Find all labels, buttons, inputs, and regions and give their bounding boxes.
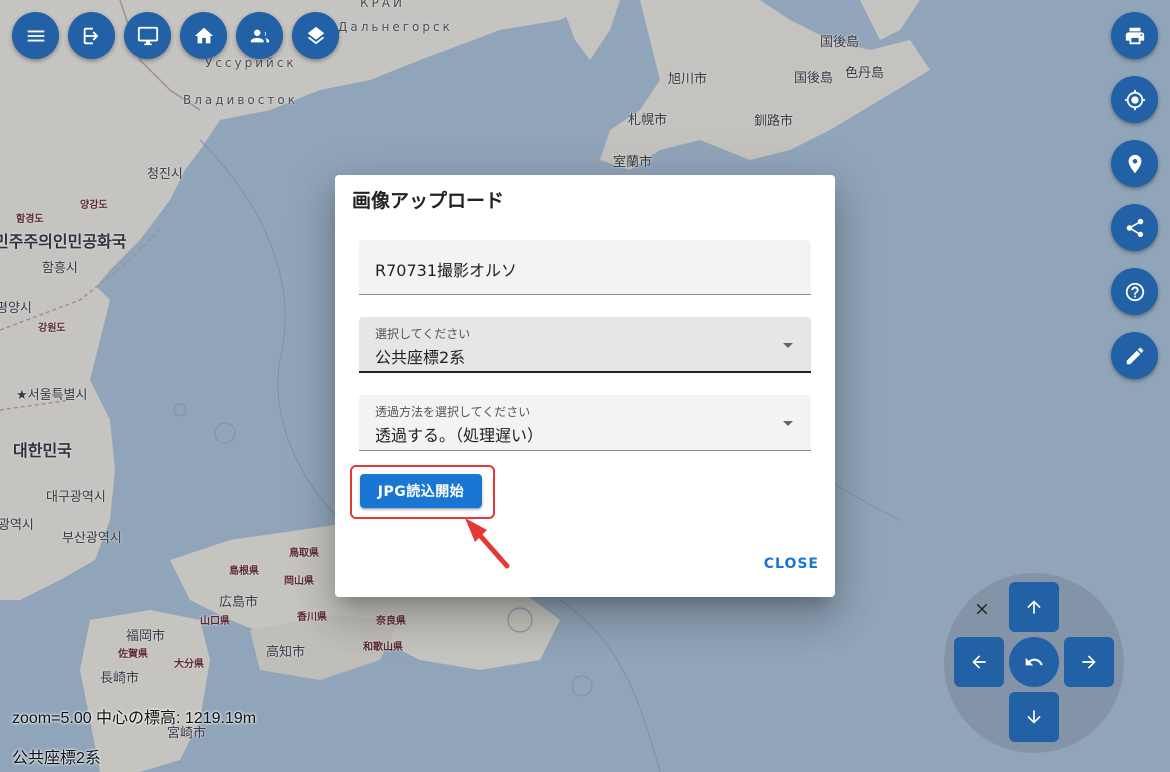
coord-system-label: 選択してください bbox=[375, 327, 471, 341]
edit-icon bbox=[1126, 347, 1143, 364]
help-button[interactable] bbox=[1111, 268, 1158, 315]
pan-left-button[interactable] bbox=[954, 637, 1004, 687]
monitor-icon bbox=[137, 26, 158, 45]
zoom-status: zoom=5.00 中心の標高: 1219.19m bbox=[12, 710, 257, 727]
image-name-value: R70731撮影オルソ bbox=[375, 261, 518, 280]
transparency-method-label: 透過方法を選択してください bbox=[375, 405, 531, 419]
pan-right-button[interactable] bbox=[1064, 637, 1114, 687]
login-button[interactable] bbox=[68, 12, 115, 59]
gps-icon bbox=[1124, 89, 1145, 110]
print-icon bbox=[1125, 27, 1144, 44]
menu-icon bbox=[27, 30, 44, 41]
arrow-down-icon bbox=[1027, 710, 1041, 724]
coord-system-select[interactable]: 選択してください 公共座標2系 bbox=[359, 317, 811, 373]
pan-down-button[interactable] bbox=[1009, 692, 1059, 742]
coord-system-value: 公共座標2系 bbox=[375, 348, 466, 367]
share-icon bbox=[1126, 218, 1143, 237]
edit-button[interactable] bbox=[1111, 332, 1158, 379]
login-icon bbox=[83, 27, 98, 44]
monitor-button[interactable] bbox=[124, 12, 171, 59]
transparency-method-select[interactable]: 透過方法を選択してください 透過する。（処理遅い） bbox=[359, 395, 811, 451]
location-pin-icon bbox=[1128, 154, 1141, 173]
home-button[interactable] bbox=[180, 12, 227, 59]
arrow-up-icon bbox=[1027, 600, 1041, 614]
undo-icon bbox=[1025, 657, 1043, 666]
close-icon bbox=[976, 603, 988, 615]
pointer-arrow-icon bbox=[465, 518, 510, 569]
location-pin-button[interactable] bbox=[1111, 140, 1158, 187]
group-button[interactable] bbox=[236, 12, 283, 59]
jpg-load-start-button[interactable]: JPG読込開始 bbox=[360, 474, 482, 508]
group-icon bbox=[250, 29, 269, 42]
transparency-method-value: 透過する。（処理遅い） bbox=[375, 426, 544, 445]
home-icon bbox=[194, 27, 213, 43]
layers-icon bbox=[307, 26, 324, 44]
arrow-right-icon bbox=[1082, 655, 1096, 669]
gps-button[interactable] bbox=[1111, 76, 1158, 123]
navpad-close-button[interactable] bbox=[970, 597, 994, 621]
layers-button[interactable] bbox=[292, 12, 339, 59]
dropdown-caret-icon bbox=[783, 421, 793, 426]
image-upload-dialog: 画像アップロード R70731撮影オルソ 選択してください 公共座標2系 透過方… bbox=[335, 175, 835, 597]
pan-up-button[interactable] bbox=[1009, 582, 1059, 632]
share-button[interactable] bbox=[1111, 204, 1158, 251]
arrow-left-icon bbox=[972, 655, 986, 669]
close-button[interactable]: CLOSE bbox=[764, 556, 819, 572]
dialog-title: 画像アップロード bbox=[352, 190, 505, 212]
dropdown-caret-icon bbox=[783, 343, 793, 348]
image-name-field[interactable]: R70731撮影オルソ bbox=[359, 240, 811, 295]
menu-button[interactable] bbox=[12, 12, 59, 59]
print-button[interactable] bbox=[1111, 12, 1158, 59]
reset-view-button[interactable] bbox=[1009, 637, 1059, 687]
help-icon bbox=[1125, 282, 1144, 301]
coord-system-status: 公共座標2系 bbox=[12, 750, 101, 767]
